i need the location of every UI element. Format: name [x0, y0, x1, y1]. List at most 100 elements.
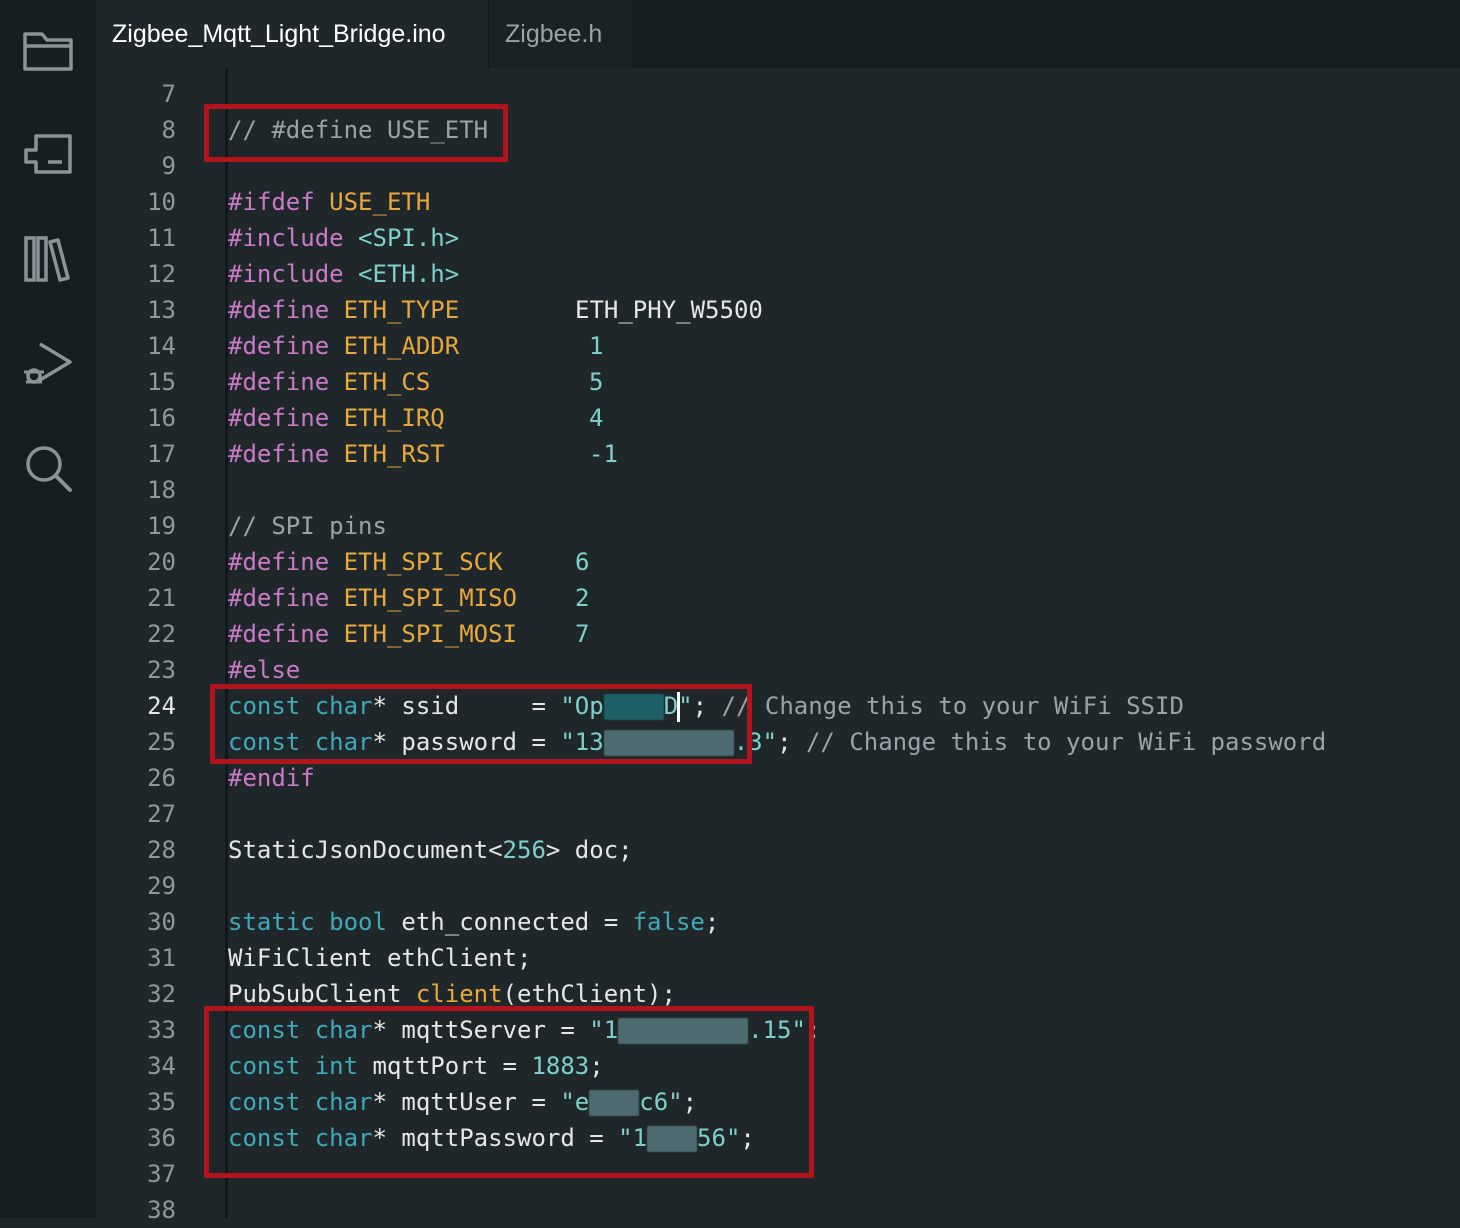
preprocessor: #define — [228, 332, 330, 360]
declaration: (ethClient); — [502, 980, 676, 1008]
line-number: 13 — [147, 296, 176, 324]
statement-end: ; — [704, 908, 720, 936]
macro-name: ETH_RST — [343, 440, 445, 468]
line-number: 20 — [147, 548, 176, 576]
debug-icon[interactable] — [18, 334, 78, 394]
line-number: 23 — [147, 656, 176, 684]
declaration: > doc; — [545, 836, 633, 864]
macro-name: ETH_SPI_SCK — [343, 548, 503, 576]
macro-value: 1 — [589, 332, 604, 360]
highlight-box-mqtt-config — [204, 1006, 814, 1178]
activity-bar — [0, 0, 96, 1218]
comment: // SPI pins — [228, 512, 387, 540]
line-number: 8 — [161, 116, 176, 144]
library-icon[interactable] — [18, 228, 78, 288]
preprocessor: #define — [228, 584, 330, 612]
preprocessor: #include — [228, 260, 344, 288]
preprocessor: #ifdef — [228, 188, 315, 216]
search-icon[interactable] — [18, 438, 78, 498]
macro-name: ETH_IRQ — [343, 404, 445, 432]
code-line: 38 — [96, 1192, 1460, 1228]
preprocessor: #define — [228, 296, 330, 324]
tab-zigbee-mqtt-light-bridge[interactable]: Zigbee_Mqtt_Light_Bridge.ino — [96, 0, 488, 68]
line-number: 27 — [147, 800, 176, 828]
code-line: 10 #ifdef USE_ETH — [96, 184, 1460, 220]
line-number: 32 — [147, 980, 176, 1008]
number-literal: 256 — [502, 836, 546, 864]
preprocessor: #define — [228, 440, 330, 468]
line-number: 25 — [147, 728, 176, 756]
macro-value: 6 — [575, 548, 590, 576]
code-line: 31 WiFiClient ethClient; — [96, 940, 1460, 976]
line-number: 35 — [147, 1088, 176, 1116]
line-number: 12 — [147, 260, 176, 288]
comment: // Change this to your WiFi password — [805, 728, 1327, 756]
code-line: 29 — [96, 868, 1460, 904]
code-line: 22 #define ETH_SPI_MOSI 7 — [96, 616, 1460, 652]
preprocessor: #endif — [228, 764, 315, 792]
tab-bar: Zigbee_Mqtt_Light_Bridge.ino Zigbee.h — [96, 0, 1460, 68]
function-name: client — [415, 980, 503, 1008]
line-number: 14 — [147, 332, 176, 360]
macro-value: -1 — [589, 440, 618, 468]
line-number: 16 — [147, 404, 176, 432]
line-number: 38 — [147, 1196, 176, 1224]
macro-value: 2 — [575, 584, 590, 612]
line-number: 9 — [161, 152, 176, 180]
tab-zigbee-h[interactable]: Zigbee.h — [488, 0, 634, 68]
line-number: 28 — [147, 836, 176, 864]
code-line: 18 — [96, 472, 1460, 508]
tab-label: Zigbee_Mqtt_Light_Bridge.ino — [112, 19, 446, 48]
line-number: 11 — [147, 224, 176, 252]
declaration: eth_connected = — [386, 908, 633, 936]
code-line: 19 // SPI pins — [96, 508, 1460, 544]
keyword: false — [632, 908, 705, 936]
preprocessor: #define — [228, 548, 330, 576]
preprocessor: #define — [228, 620, 330, 648]
type-name: PubSubClient — [228, 980, 416, 1008]
line-number: 36 — [147, 1124, 176, 1152]
line-number: 26 — [147, 764, 176, 792]
line-number: 22 — [147, 620, 176, 648]
code-line: 17 #define ETH_RST -1 — [96, 436, 1460, 472]
macro-name: ETH_CS — [343, 368, 431, 396]
line-number: 15 — [147, 368, 176, 396]
code-line: 14 #define ETH_ADDR 1 — [96, 328, 1460, 364]
macro-value: 7 — [575, 620, 590, 648]
line-number: 33 — [147, 1016, 176, 1044]
tab-label: Zigbee.h — [505, 19, 603, 48]
line-number: 30 — [147, 908, 176, 936]
preprocessor: #include — [228, 224, 344, 252]
code-line: 15 #define ETH_CS 5 — [96, 364, 1460, 400]
code-line: 20 #define ETH_SPI_SCK 6 — [96, 544, 1460, 580]
comment: // Change this to your WiFi SSID — [721, 692, 1184, 720]
line-number: 21 — [147, 584, 176, 612]
code-line: 30 static bool eth_connected = false; — [96, 904, 1460, 940]
line-number: 19 — [147, 512, 176, 540]
macro-name: ETH_ADDR — [343, 332, 460, 360]
highlight-box-define-use-eth — [204, 104, 508, 162]
code-line: 12 #include <ETH.h> — [96, 256, 1460, 292]
type-name: StaticJsonDocument< — [228, 836, 503, 864]
statement-end: ; — [777, 728, 806, 756]
macro-name: ETH_SPI_MOSI — [343, 620, 517, 648]
line-number: 17 — [147, 440, 176, 468]
line-number: 18 — [147, 476, 176, 504]
board-icon[interactable] — [18, 124, 78, 184]
preprocessor: #else — [228, 656, 301, 684]
macro-value: 4 — [589, 404, 604, 432]
folder-icon[interactable] — [18, 20, 78, 80]
line-number: 10 — [147, 188, 176, 216]
highlight-box-wifi-credentials — [210, 684, 752, 764]
include-header: <SPI.h> — [358, 224, 460, 252]
macro-name: ETH_TYPE — [343, 296, 460, 324]
line-number: 29 — [147, 872, 176, 900]
code-line: 26 #endif — [96, 760, 1460, 796]
code-line: 28 StaticJsonDocument<256> doc; — [96, 832, 1460, 868]
keyword: static — [228, 908, 315, 936]
code-line: 27 — [96, 796, 1460, 832]
line-number: 24 — [147, 692, 176, 720]
keyword: bool — [329, 908, 387, 936]
line-number: 7 — [161, 80, 176, 108]
code-line: 11 #include <SPI.h> — [96, 220, 1460, 256]
